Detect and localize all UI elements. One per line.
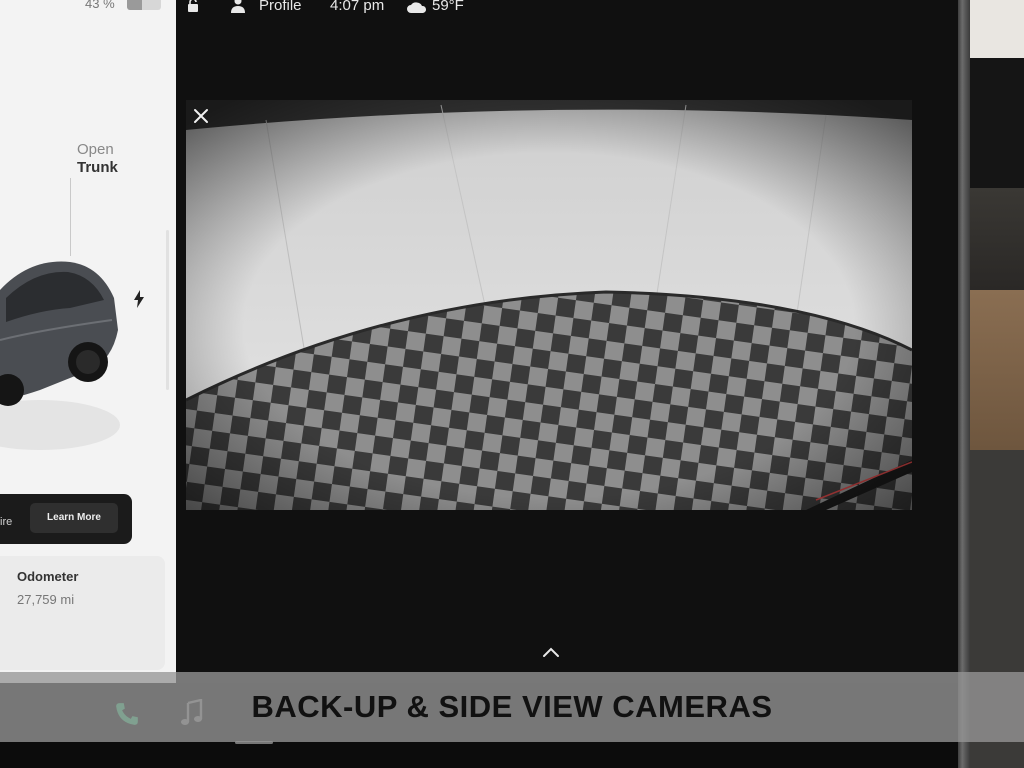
trunk-label: Trunk <box>77 159 118 176</box>
panel-scrollbar[interactable] <box>166 230 169 390</box>
odometer-title: Odometer <box>17 569 79 584</box>
profile-label[interactable]: Profile <box>259 0 302 17</box>
interior-dash <box>970 58 1024 188</box>
vehicle-panel: 43 % Open Trunk ire Learn More Odometer … <box>0 0 176 683</box>
odometer-value: 27,759 mi <box>17 592 75 607</box>
car-model-image <box>0 261 120 450</box>
backup-camera-view[interactable] <box>186 100 912 510</box>
battery-fill <box>127 0 142 10</box>
outside-temperature: 59°F <box>432 0 464 14</box>
person-icon[interactable] <box>230 0 246 13</box>
charge-icon[interactable] <box>133 290 145 308</box>
learn-more-button[interactable]: Learn More <box>30 503 118 533</box>
interior-wood-trim <box>970 290 1024 450</box>
lock-icon[interactable] <box>187 0 199 12</box>
battery-percent: 43 % <box>85 0 115 11</box>
promo-card: ire Learn More <box>0 494 132 544</box>
odometer-card: Odometer 27,759 mi <box>0 556 165 670</box>
interior-vent <box>970 188 1024 290</box>
trunk-pointer-line <box>70 178 71 256</box>
screen-bezel <box>956 0 970 768</box>
banner-title: BACK-UP & SIDE VIEW CAMERAS <box>251 689 773 724</box>
camera-feed-image <box>186 100 912 510</box>
chevron-up-icon[interactable] <box>541 645 561 659</box>
clock-time: 4:07 pm <box>330 0 385 14</box>
interior-background <box>970 0 1024 58</box>
close-icon[interactable] <box>192 107 210 125</box>
battery-icon <box>127 0 161 10</box>
open-trunk-button[interactable]: Open Trunk <box>77 141 118 177</box>
cloud-icon <box>407 2 427 13</box>
touchscreen: 43 % Open Trunk ire Learn More Odometer … <box>0 0 958 768</box>
promo-text: ire <box>0 516 13 528</box>
feature-banner: BACK-UP & SIDE VIEW CAMERAS <box>0 672 1024 742</box>
trunk-open-label: Open <box>77 141 114 158</box>
